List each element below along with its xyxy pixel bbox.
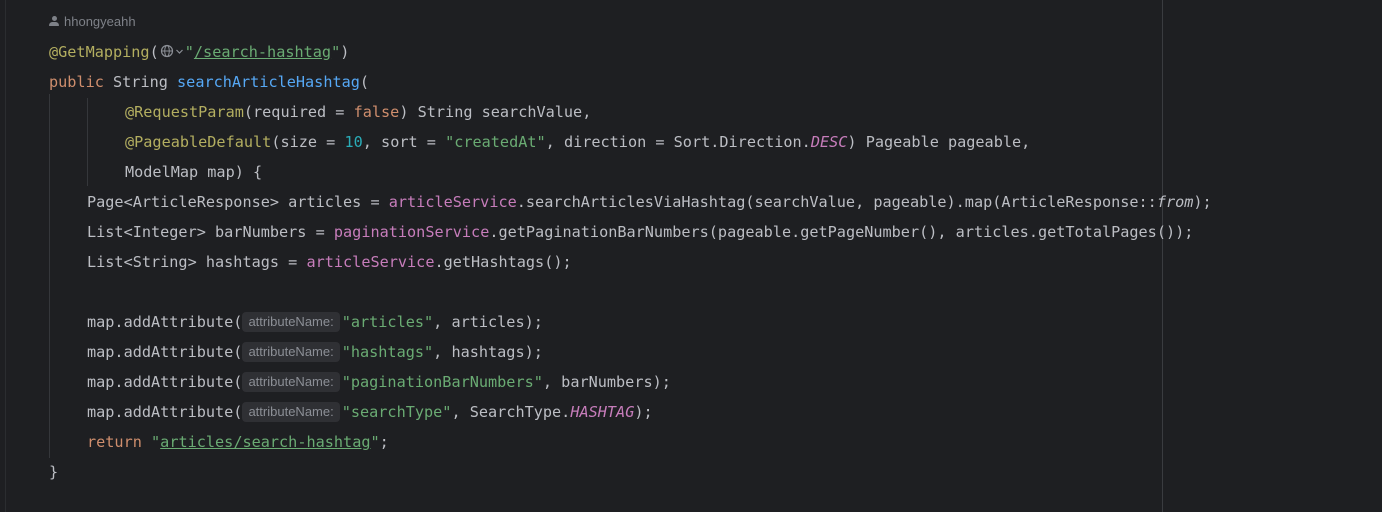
field-reference: articleService (388, 193, 517, 211)
string-literal: "articles" (341, 313, 434, 331)
code-author-hint[interactable]: hhongyeahh (49, 14, 136, 29)
code-line[interactable]: map.addAttribute(attributeName: "paginati… (87, 367, 671, 397)
annotation: @PageableDefault (125, 133, 272, 151)
code-line[interactable]: @GetMapping("/search-hashtag") (49, 37, 349, 67)
code-line[interactable]: public String searchArticleHashtag( (49, 67, 369, 97)
author-name: hhongyeahh (64, 14, 136, 29)
field-reference: paginationService (333, 223, 490, 241)
globe-icon (160, 44, 173, 58)
annotation: @GetMapping (49, 43, 150, 61)
parameter-hint: attributeName: (242, 312, 340, 332)
string-literal: "hashtags" (341, 343, 434, 361)
person-icon (49, 16, 59, 27)
code-line[interactable]: List<Integer> barNumbers = paginationSer… (87, 217, 1193, 247)
string-literal: "createdAt" (445, 133, 546, 151)
chevron-down-icon (175, 49, 183, 54)
url-endpoint-hint[interactable] (160, 44, 184, 58)
enum-constant: HASHTAG (570, 403, 635, 421)
string-literal: "searchType" (341, 403, 452, 421)
code-line[interactable]: map.addAttribute(attributeName: "hashtags… (87, 337, 543, 367)
code-line[interactable]: map.addAttribute(attributeName: "articles… (87, 307, 543, 337)
annotation: @RequestParam (125, 103, 244, 121)
keyword: false (353, 103, 400, 121)
indent-guide (49, 94, 50, 458)
template-path-link[interactable]: articles/search-hashtag (160, 433, 370, 451)
enum-constant: DESC (810, 133, 848, 151)
parameter-hint: attributeName: (242, 372, 340, 392)
code-line[interactable]: } (49, 457, 58, 487)
field-reference: articleService (306, 253, 435, 271)
parameter-hint: attributeName: (242, 342, 340, 362)
code-line[interactable]: Page<ArticleResponse> articles = article… (87, 187, 1212, 217)
parameter-hint: attributeName: (242, 402, 340, 422)
right-margin-guide (1162, 0, 1163, 512)
code-editor[interactable]: hhongyeahh @GetMapping("/search-hashtag"… (0, 0, 1382, 512)
indent-guide (87, 98, 88, 186)
code-line[interactable]: ModelMap map) { (125, 157, 262, 187)
code-line[interactable]: @PageableDefault(size = 10, sort = "crea… (125, 127, 1030, 157)
code-line[interactable]: @RequestParam(required = false) String s… (125, 97, 591, 127)
keyword: return (87, 433, 142, 451)
code-line[interactable]: return "articles/search-hashtag"; (87, 427, 389, 457)
code-line[interactable]: map.addAttribute(attributeName: "searchTy… (87, 397, 653, 427)
method-name: searchArticleHashtag (177, 73, 360, 91)
number-literal: 10 (344, 133, 363, 151)
keyword: public (49, 73, 104, 91)
gutter-divider (5, 0, 6, 512)
code-line[interactable]: List<String> hashtags = articleService.g… (87, 247, 572, 277)
mapping-path-link[interactable]: /search-hashtag (194, 43, 331, 61)
string-literal: "paginationBarNumbers" (341, 373, 543, 391)
